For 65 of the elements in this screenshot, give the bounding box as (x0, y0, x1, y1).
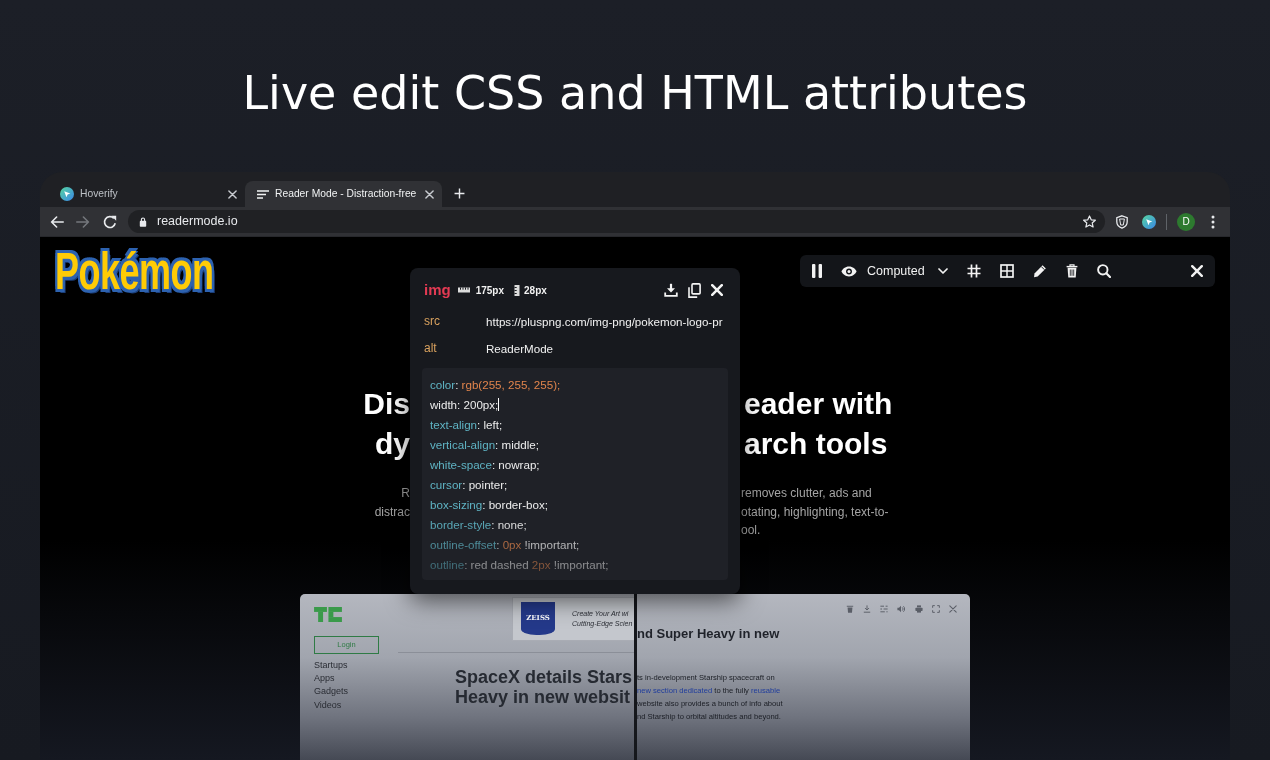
heading-text: dy (375, 427, 410, 460)
pause-icon[interactable] (812, 264, 822, 278)
copy-icon[interactable] (688, 282, 701, 298)
chevron-down-icon (937, 268, 948, 274)
view-mode-dropdown[interactable]: Computed (841, 263, 948, 279)
trash-icon[interactable] (1065, 264, 1078, 278)
search-icon[interactable] (1096, 264, 1111, 278)
paragraph-text: distrac (374, 504, 410, 519)
cursor-logo-icon (60, 187, 74, 201)
paragraph-text: ool. (741, 523, 761, 537)
browser-tab[interactable]: Hoverify (48, 181, 245, 207)
ruler-icon (457, 287, 470, 293)
reader-title: nd Super Heavy in new (637, 625, 780, 642)
css-declaration: vertical-align: middle; (430, 437, 539, 453)
paragraph-text: R (401, 486, 410, 500)
nav-link[interactable]: Startups (314, 658, 348, 672)
printer-icon[interactable] (914, 604, 923, 613)
css-editor[interactable] (422, 368, 728, 580)
heading-text: eader with (744, 387, 893, 420)
attribute-name: src (424, 313, 440, 330)
star-icon[interactable] (1083, 215, 1096, 228)
css-declaration: border-style: none; (430, 517, 527, 533)
height-value: 28px (524, 283, 547, 298)
reload-icon[interactable] (103, 214, 117, 229)
speaker-icon[interactable] (897, 604, 906, 613)
download-icon[interactable] (664, 283, 678, 297)
forward-arrow-icon[interactable] (76, 215, 90, 228)
css-declaration: color: rgb(255, 255, 255); (430, 377, 561, 393)
tag-name: img (424, 281, 451, 299)
hash-grid-icon[interactable] (966, 264, 981, 278)
css-declaration: width: 200px; (430, 397, 500, 413)
heading-text: arch tools (744, 427, 888, 460)
attribute-name: alt (424, 340, 437, 357)
eye-icon (841, 265, 857, 277)
cursor-logo-icon[interactable] (1142, 214, 1156, 229)
more-icon[interactable] (1211, 214, 1215, 229)
attribute-value[interactable]: ReaderMode (486, 335, 554, 362)
css-declaration: white-space: nowrap; (430, 457, 540, 473)
expand-icon[interactable] (931, 604, 940, 613)
text-lines-icon (257, 189, 269, 199)
browser-tab[interactable]: Reader Mode - Distraction-free (245, 181, 442, 207)
back-arrow-icon[interactable] (50, 215, 64, 228)
address-bar[interactable]: readermode.io (128, 210, 1105, 233)
lock-icon (139, 216, 147, 227)
css-declaration: text-align: left; (430, 417, 503, 433)
paragraph-text: otating, highlighting, text-to- (741, 504, 889, 519)
plus-icon[interactable] (454, 188, 465, 199)
shield-icon[interactable] (1116, 214, 1128, 229)
paragraph-text: removes clutter, ads and (741, 486, 872, 500)
nav-link[interactable]: Gadgets (314, 685, 349, 699)
pencil-icon[interactable] (1032, 264, 1047, 278)
site-logo[interactable]: Pokémon (55, 245, 214, 299)
article-headline: SpaceX details Stars Heavy in new websit (455, 666, 633, 707)
css-declaration: cursor: pointer; (430, 477, 508, 493)
profile-avatar[interactable]: D (1177, 212, 1195, 231)
height-ruler-icon (514, 284, 521, 296)
page-title: Live edit CSS and HTML attributes (242, 67, 1028, 120)
css-declaration: outline: red dashed 2px !important; (430, 557, 609, 573)
grid-icon[interactable] (999, 264, 1014, 278)
heading-text: Dis (363, 387, 410, 420)
attribute-value[interactable]: https://pluspng.com/img-png/pokemon-logo-pr (486, 308, 723, 335)
nav-link[interactable]: Apps (314, 671, 335, 686)
width-value: 175px (475, 283, 505, 298)
css-declaration: outline-offset: 0px !important; (430, 537, 580, 553)
css-declaration: box-sizing: border-box; (430, 497, 548, 513)
